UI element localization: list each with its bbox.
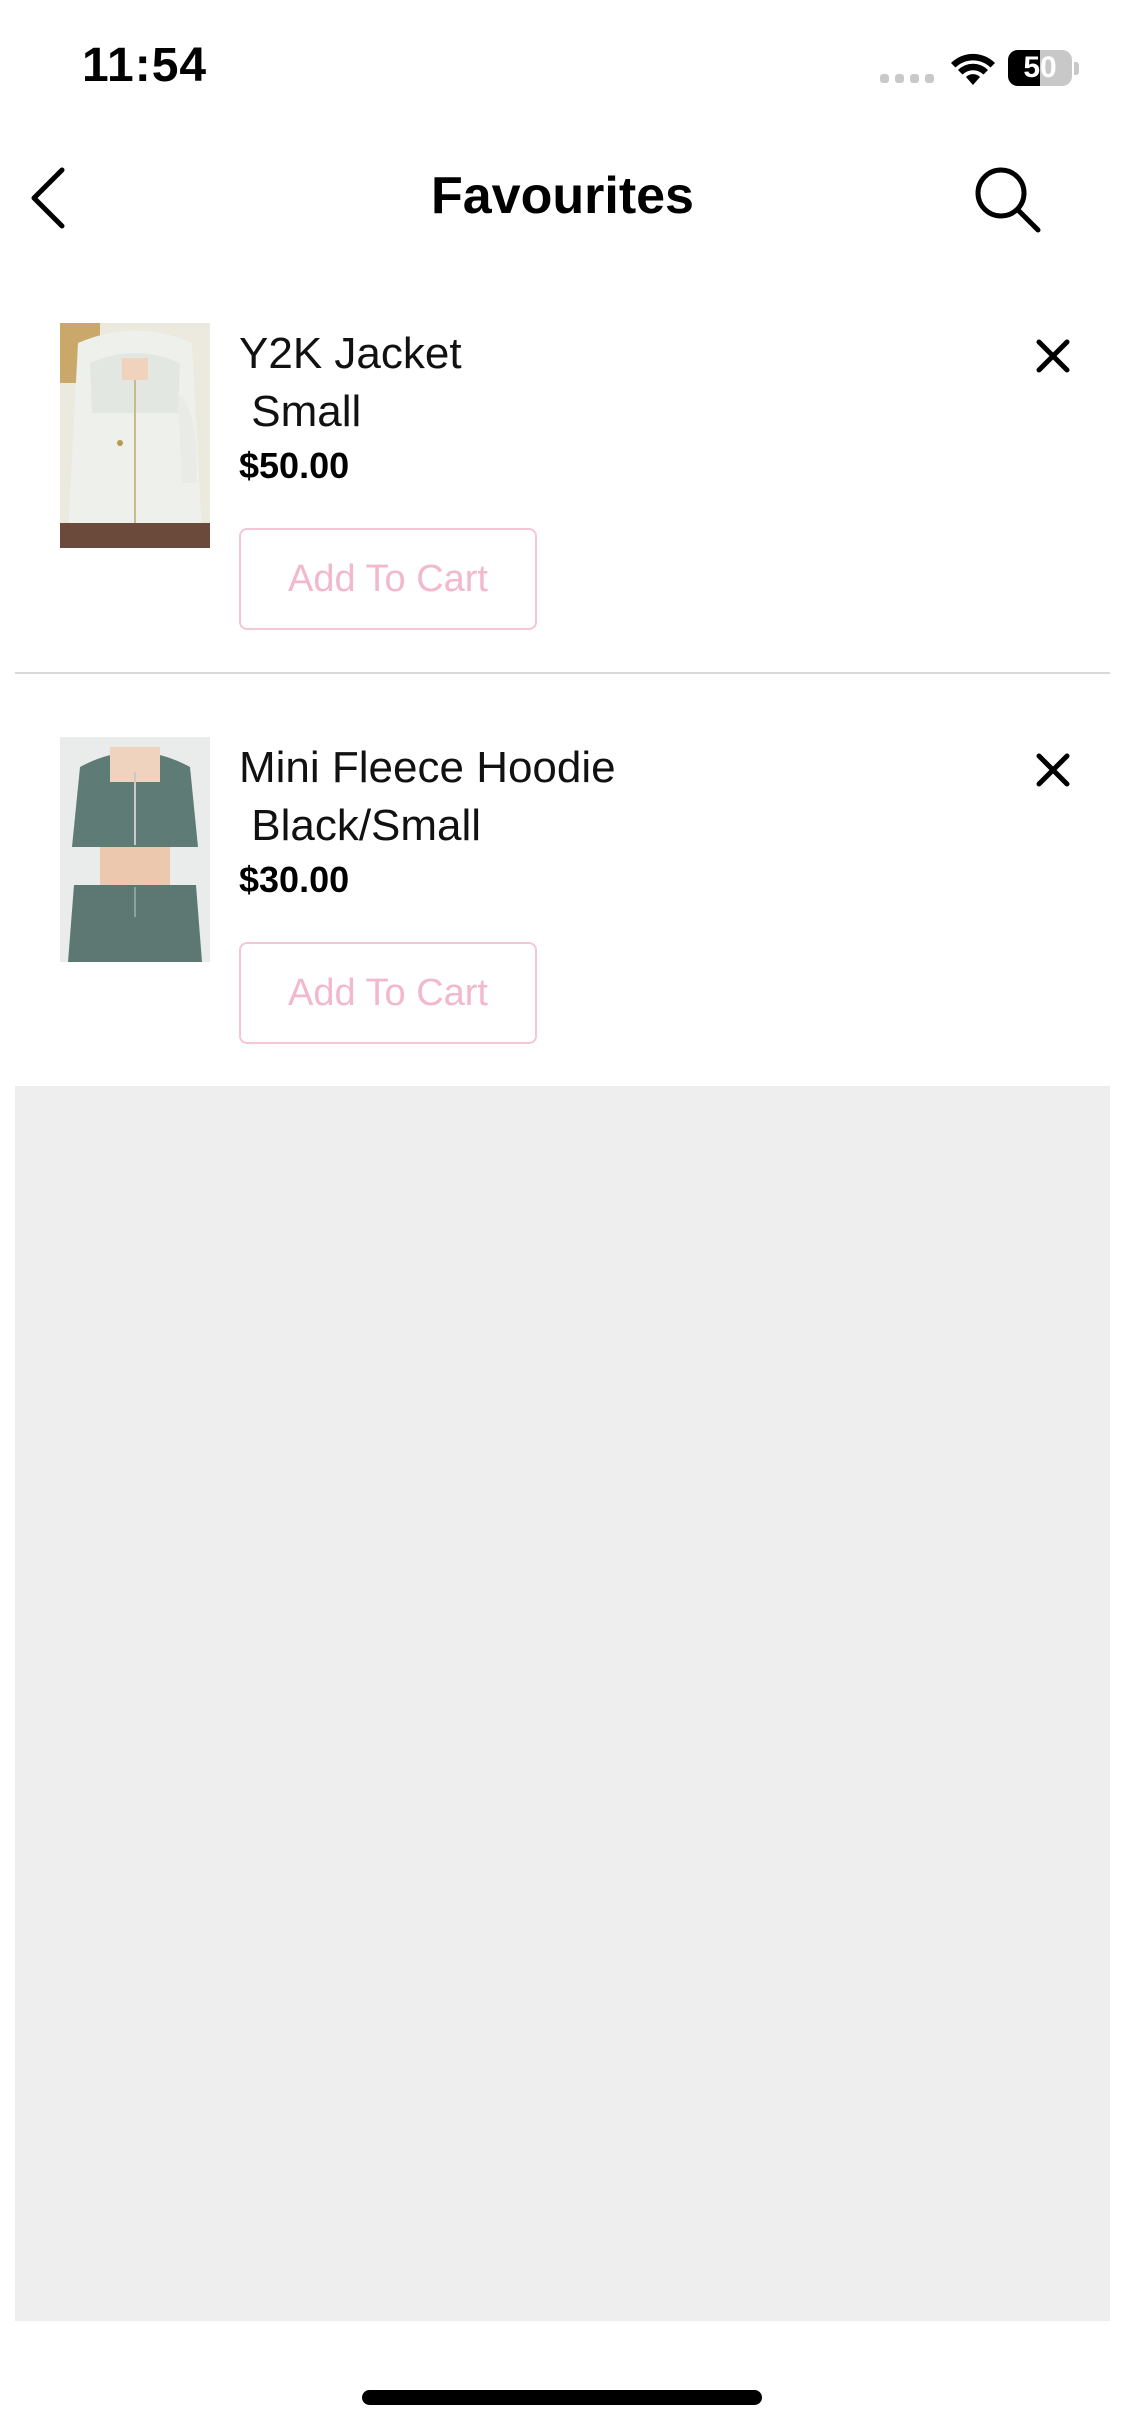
home-indicator[interactable] xyxy=(362,2390,762,2405)
product-price: $50.00 xyxy=(239,445,350,486)
status-time: 11:54 xyxy=(82,39,208,92)
product-image[interactable] xyxy=(60,737,210,962)
add-to-cart-button[interactable]: Add To Cart xyxy=(239,528,537,630)
product-image[interactable] xyxy=(60,323,210,548)
favourites-screen: 11:54 50 Favourites Y2K Jacket Small $50… xyxy=(0,0,1125,2436)
battery-icon: 50 xyxy=(1008,50,1072,86)
product-name[interactable]: Mini Fleece Hoodie xyxy=(239,739,616,797)
list-item: Mini Fleece Hoodie Black/Small $30.00 Ad… xyxy=(15,674,1110,1088)
battery-cap xyxy=(1074,62,1079,75)
status-bar: 11:54 50 xyxy=(0,0,1125,140)
product-name[interactable]: Y2K Jacket xyxy=(239,325,462,383)
add-to-cart-button[interactable]: Add To Cart xyxy=(239,942,537,1044)
empty-list-area xyxy=(15,1086,1110,2321)
wifi-icon xyxy=(951,53,995,85)
product-variant: Small xyxy=(239,387,362,436)
product-variant: Black/Small xyxy=(239,801,482,850)
battery-level: 50 xyxy=(1023,51,1057,84)
favourites-list: Y2K Jacket Small $50.00 Add To Cart Mini… xyxy=(15,260,1110,1088)
list-item: Y2K Jacket Small $50.00 Add To Cart xyxy=(15,260,1110,674)
cellular-signal-icon xyxy=(880,74,934,83)
navigation-bar: Favourites xyxy=(0,140,1125,260)
page-title: Favourites xyxy=(431,167,694,225)
search-icon[interactable] xyxy=(972,164,1042,234)
product-price: $30.00 xyxy=(239,859,350,900)
close-icon[interactable] xyxy=(1033,750,1073,790)
close-icon[interactable] xyxy=(1033,336,1073,376)
